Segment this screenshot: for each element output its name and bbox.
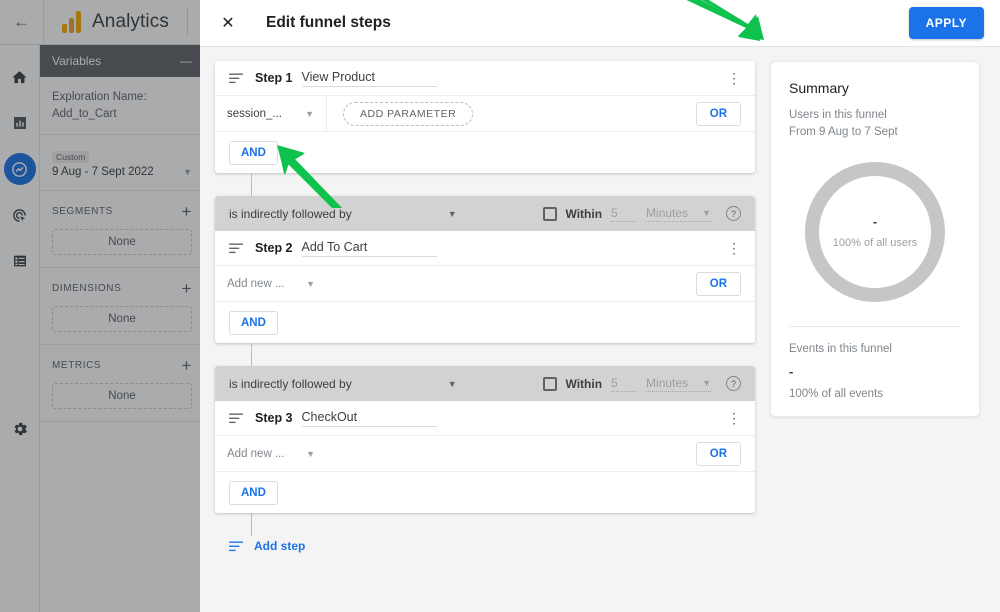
step-overflow-menu-icon[interactable]: ⋮	[727, 411, 741, 425]
within-controls: Within 5 Minutes ▼ ?	[542, 376, 741, 392]
summary-events-value: -	[789, 364, 794, 380]
chevron-down-icon: ▼	[702, 207, 711, 218]
and-button[interactable]: AND	[229, 480, 278, 505]
within-label: Within	[565, 206, 603, 221]
step-number-label: Step 3	[255, 411, 293, 425]
users-donut-chart: - 100% of all users	[789, 162, 961, 303]
step-header-row: Step 1 View Product ⋮	[215, 61, 755, 96]
step-condition-row: Add new ... ▼ OR	[215, 266, 755, 302]
within-unit-dropdown[interactable]: Minutes ▼	[646, 206, 711, 222]
step-relation-bar: is indirectly followed by ▼ Within 5 Min…	[215, 196, 755, 231]
summary-events-caption: 100% of all events	[789, 388, 883, 401]
step-header-row: Step 3 CheckOut ⋮	[215, 401, 755, 436]
funnel-step-card: Step 1 View Product ⋮ session_... ▼ ADD …	[215, 61, 755, 173]
dialog-header: ✕ Edit funnel steps APPLY	[200, 0, 1000, 47]
step-condition-row: Add new ... ▼ OR	[215, 436, 755, 472]
step-connector-line	[251, 343, 252, 366]
drag-handle-icon[interactable]	[229, 72, 244, 84]
and-button[interactable]: AND	[229, 140, 278, 165]
funnel-step-card: is indirectly followed by ▼ Within 5 Min…	[215, 366, 755, 513]
edit-funnel-steps-dialog: ✕ Edit funnel steps APPLY Step 1 View Pr…	[200, 0, 1000, 612]
within-unit-dropdown[interactable]: Minutes ▼	[646, 376, 711, 392]
step-relation-bar: is indirectly followed by ▼ Within 5 Min…	[215, 366, 755, 401]
step-connector-line	[251, 173, 252, 196]
chevron-down-icon[interactable]: ▼	[448, 379, 457, 389]
add-step-icon	[229, 540, 243, 551]
chevron-down-icon: ▼	[702, 377, 711, 388]
step-number-label: Step 2	[255, 241, 293, 255]
summary-users-label: Users in this funnel	[789, 109, 887, 121]
relation-label: is indirectly followed by	[229, 376, 352, 391]
add-step-button[interactable]: Add step	[215, 539, 755, 553]
help-icon[interactable]: ?	[726, 206, 741, 221]
relation-label: is indirectly followed by	[229, 206, 352, 221]
add-step-label: Add step	[254, 539, 306, 553]
dialog-title: Edit funnel steps	[266, 14, 391, 31]
step-overflow-menu-icon[interactable]: ⋮	[727, 241, 741, 255]
chevron-down-icon[interactable]: ▼	[448, 209, 457, 219]
donut-value: -	[872, 214, 878, 230]
step-condition-row: session_... ▼ ADD PARAMETER OR	[215, 96, 755, 132]
chevron-down-icon: ▼	[305, 108, 314, 119]
condition-event-value: session_...	[227, 107, 282, 120]
funnel-steps-column: Step 1 View Product ⋮ session_... ▼ ADD …	[200, 47, 770, 612]
step-overflow-menu-icon[interactable]: ⋮	[727, 71, 741, 85]
condition-event-dropdown[interactable]: session_... ▼	[215, 96, 327, 131]
within-label: Within	[565, 376, 603, 391]
or-button[interactable]: OR	[695, 441, 741, 466]
within-controls: Within 5 Minutes ▼ ?	[542, 206, 741, 222]
summary-divider	[789, 326, 961, 328]
step-name-input[interactable]: View Product	[301, 70, 437, 87]
step-and-row: AND	[215, 472, 755, 513]
step-number-label: Step 1	[255, 71, 293, 85]
step-header-row: Step 2 Add To Cart ⋮	[215, 231, 755, 266]
step-connector-line	[251, 513, 252, 536]
condition-event-dropdown[interactable]: Add new ... ▼	[215, 266, 327, 301]
step-name-input[interactable]: CheckOut	[301, 410, 437, 427]
or-button[interactable]: OR	[695, 271, 741, 296]
within-value-input[interactable]: 5	[611, 376, 638, 392]
donut-caption: 100% of all users	[832, 237, 918, 250]
and-button[interactable]: AND	[229, 310, 278, 335]
summary-column: Summary Users in this funnel From 9 Aug …	[770, 47, 1000, 612]
add-parameter-button[interactable]: ADD PARAMETER	[343, 101, 474, 126]
within-value-input[interactable]: 5	[611, 206, 638, 222]
drag-handle-icon[interactable]	[229, 412, 244, 424]
summary-users-daterange: From 9 Aug to 7 Sept	[789, 125, 898, 138]
chevron-down-icon: ▼	[306, 278, 315, 289]
close-icon[interactable]: ✕	[216, 11, 240, 35]
condition-event-value: Add new ...	[227, 447, 285, 460]
step-and-row: AND	[215, 302, 755, 343]
summary-title: Summary	[789, 80, 849, 96]
dialog-body: Step 1 View Product ⋮ session_... ▼ ADD …	[200, 47, 1000, 612]
chevron-down-icon: ▼	[306, 448, 315, 459]
step-and-row: AND	[215, 132, 755, 173]
within-unit-value: Minutes	[646, 205, 689, 220]
within-unit-value: Minutes	[646, 375, 689, 390]
screen-root: ← Analytics myTestPro myTes	[0, 0, 1000, 612]
help-icon[interactable]: ?	[726, 376, 741, 391]
donut-ring: - 100% of all users	[805, 162, 945, 303]
funnel-step-card: is indirectly followed by ▼ Within 5 Min…	[215, 196, 755, 343]
within-checkbox[interactable]	[542, 206, 557, 221]
condition-event-value: Add new ...	[227, 277, 285, 290]
step-name-input[interactable]: Add To Cart	[301, 240, 437, 257]
apply-button[interactable]: APPLY	[908, 7, 984, 39]
condition-event-dropdown[interactable]: Add new ... ▼	[215, 436, 327, 471]
summary-events-label: Events in this funnel	[789, 343, 892, 356]
within-checkbox[interactable]	[542, 376, 557, 391]
or-button[interactable]: OR	[695, 101, 741, 126]
summary-card: Summary Users in this funnel From 9 Aug …	[770, 61, 980, 417]
drag-handle-icon[interactable]	[229, 242, 244, 254]
